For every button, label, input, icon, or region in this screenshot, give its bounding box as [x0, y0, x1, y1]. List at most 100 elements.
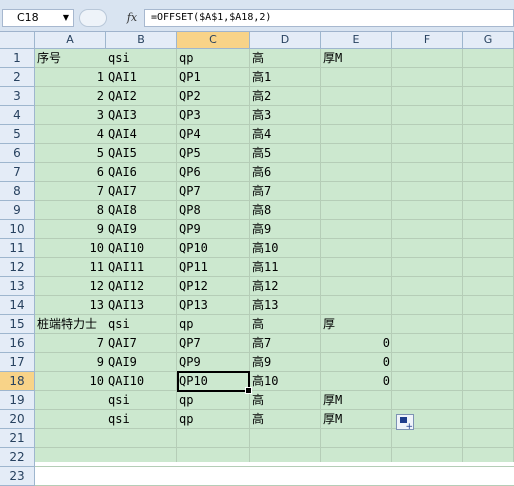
cell-d19[interactable]: 高 [250, 391, 321, 410]
cell-b16[interactable]: QAI7 [106, 334, 177, 353]
cell-b5[interactable]: QAI4 [106, 125, 177, 144]
column-header-f[interactable]: F [392, 32, 463, 49]
cell-e6[interactable] [321, 144, 392, 163]
cell-c9[interactable]: QP8 [177, 201, 250, 220]
cell-b9[interactable]: QAI8 [106, 201, 177, 220]
cell-e8[interactable] [321, 182, 392, 201]
row-header-12[interactable]: 12 [0, 258, 35, 277]
row-header-14[interactable]: 14 [0, 296, 35, 315]
cell-e18[interactable]: 0 [321, 372, 392, 391]
cell-a16[interactable]: 7 [35, 334, 106, 353]
row-header-19[interactable]: 19 [0, 391, 35, 410]
row-header-11[interactable]: 11 [0, 239, 35, 258]
cell-c3[interactable]: QP2 [177, 87, 250, 106]
cell-b2[interactable]: QAI1 [106, 68, 177, 87]
cell-d15[interactable]: 高 [250, 315, 321, 334]
cell-d11[interactable]: 高10 [250, 239, 321, 258]
row-header-1[interactable]: 1 [0, 49, 35, 68]
cell-c6[interactable]: QP5 [177, 144, 250, 163]
row-header-16[interactable]: 16 [0, 334, 35, 353]
cell-c5[interactable]: QP4 [177, 125, 250, 144]
cell-c15[interactable]: qp [177, 315, 250, 334]
cell-e17[interactable]: 0 [321, 353, 392, 372]
cell-a6[interactable]: 5 [35, 144, 106, 163]
cell-a14[interactable]: 13 [35, 296, 106, 315]
cell-a9[interactable]: 8 [35, 201, 106, 220]
row-header-5[interactable]: 5 [0, 125, 35, 144]
cell-e7[interactable] [321, 163, 392, 182]
cell-b8[interactable]: QAI7 [106, 182, 177, 201]
cell-d16[interactable]: 高7 [250, 334, 321, 353]
cell-e9[interactable] [321, 201, 392, 220]
formula-input[interactable]: =OFFSET($A$1,$A18,2) [144, 9, 514, 27]
row-header-2[interactable]: 2 [0, 68, 35, 87]
name-box[interactable]: C18 ▼ [2, 9, 74, 27]
cell-d22[interactable] [250, 448, 321, 467]
cell-d21[interactable] [250, 429, 321, 448]
cell-c23[interactable] [177, 467, 250, 486]
cell-a11[interactable]: 10 [35, 239, 106, 258]
cell-a7[interactable]: 6 [35, 163, 106, 182]
cell-e21[interactable] [321, 429, 392, 448]
cell-b18[interactable]: QAI10 [106, 372, 177, 391]
select-all-corner[interactable] [0, 32, 35, 49]
cell-e2[interactable] [321, 68, 392, 87]
cell-e1[interactable]: 厚M [321, 49, 392, 68]
cell-e4[interactable] [321, 106, 392, 125]
cell-a21[interactable] [35, 429, 106, 448]
cell-e16[interactable]: 0 [321, 334, 392, 353]
cell-c11[interactable]: QP10 [177, 239, 250, 258]
cell-e15[interactable]: 厚 [321, 315, 392, 334]
insert-function-button[interactable]: fx [121, 9, 143, 27]
cell-e23[interactable] [321, 467, 392, 486]
cell-c8[interactable]: QP7 [177, 182, 250, 201]
cell-a5[interactable]: 4 [35, 125, 106, 144]
row-header-10[interactable]: 10 [0, 220, 35, 239]
cell-a1[interactable]: 序号 [35, 49, 106, 68]
row-header-6[interactable]: 6 [0, 144, 35, 163]
cell-a15[interactable]: 桩端特力士 [35, 315, 106, 334]
cell-c1[interactable]: qp [177, 49, 250, 68]
cell-d5[interactable]: 高4 [250, 125, 321, 144]
cell-d23[interactable] [250, 467, 321, 486]
cell-b19[interactable]: qsi [106, 391, 177, 410]
row-header-4[interactable]: 4 [0, 106, 35, 125]
cell-c19[interactable]: qp [177, 391, 250, 410]
row-header-8[interactable]: 8 [0, 182, 35, 201]
cell-a4[interactable]: 3 [35, 106, 106, 125]
row-header-3[interactable]: 3 [0, 87, 35, 106]
formula-cancel-button[interactable] [79, 9, 107, 27]
cell-e12[interactable] [321, 258, 392, 277]
cell-c12[interactable]: QP11 [177, 258, 250, 277]
column-header-a[interactable]: A [35, 32, 106, 49]
cell-b14[interactable]: QAI13 [106, 296, 177, 315]
cell-d10[interactable]: 高9 [250, 220, 321, 239]
cell-a10[interactable]: 9 [35, 220, 106, 239]
cell-c2[interactable]: QP1 [177, 68, 250, 87]
cell-e5[interactable] [321, 125, 392, 144]
fill-handle[interactable] [245, 387, 252, 394]
spreadsheet-grid[interactable]: A B C D E F G 1 序号 qsi qp 高厚M 2 1 QAI1 QP1 高1 3 2 QAI2 QP2 高2… [0, 32, 514, 486]
cell-a8[interactable]: 7 [35, 182, 106, 201]
column-header-g[interactable]: G [463, 32, 514, 49]
cell-b22[interactable] [106, 448, 177, 467]
column-header-d[interactable]: D [250, 32, 321, 49]
cell-b6[interactable]: QAI5 [106, 144, 177, 163]
cell-b12[interactable]: QAI11 [106, 258, 177, 277]
cell-c20[interactable]: qp [177, 410, 250, 429]
cell-d3[interactable]: 高2 [250, 87, 321, 106]
row-header-23[interactable]: 23 [0, 467, 35, 486]
cell-d6[interactable]: 高5 [250, 144, 321, 163]
cell-e22[interactable] [321, 448, 392, 467]
column-header-c[interactable]: C [177, 32, 250, 49]
cell-a12[interactable]: 11 [35, 258, 106, 277]
cell-b17[interactable]: QAI9 [106, 353, 177, 372]
cell-d17[interactable]: 高9 [250, 353, 321, 372]
column-header-e[interactable]: E [321, 32, 392, 49]
cell-b13[interactable]: QAI12 [106, 277, 177, 296]
cell-d8[interactable]: 高7 [250, 182, 321, 201]
cell-c7[interactable]: QP6 [177, 163, 250, 182]
cell-b7[interactable]: QAI6 [106, 163, 177, 182]
cell-b21[interactable] [106, 429, 177, 448]
chevron-down-icon[interactable]: ▼ [61, 10, 71, 26]
